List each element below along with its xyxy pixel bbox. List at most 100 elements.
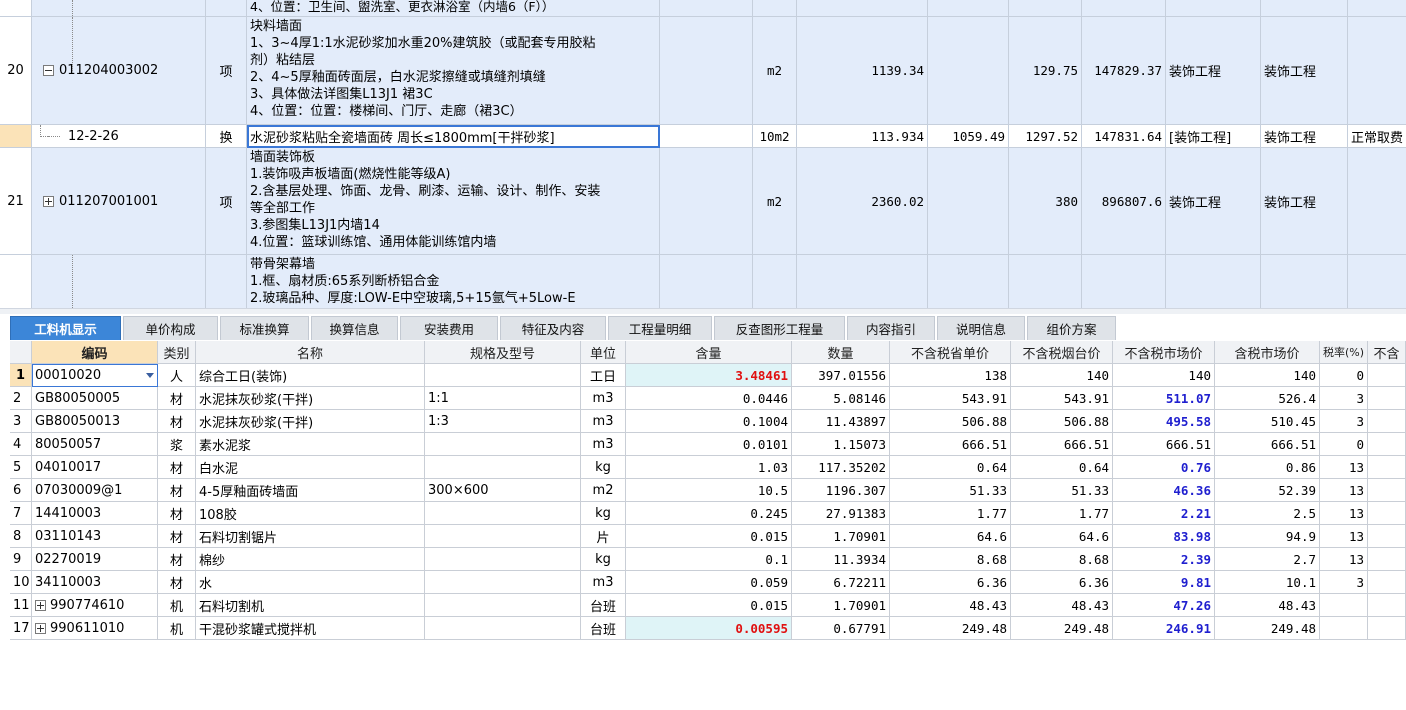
extra-cell[interactable] [1368, 387, 1406, 410]
unit-cell[interactable]: 工日 [581, 364, 626, 387]
name-cell[interactable]: 棉纱 [196, 548, 425, 571]
market-price-with-tax-cell[interactable]: 0.86 [1215, 456, 1320, 479]
name-cell[interactable]: 水 [196, 571, 425, 594]
bill-row-21[interactable]: 21 011207001001 项 墙面装饰板 1.装饰吸声板墙面(燃烧性能等级… [0, 148, 1406, 255]
bill-row-partial-bottom[interactable]: 带骨架幕墙 1.框、扇材质:65系列断桥铝合金 2.玻璃品种、厚度:LOW-E中… [0, 255, 1406, 308]
extra-cell[interactable] [1368, 364, 1406, 387]
yantai-price-cell[interactable]: 6.36 [1011, 571, 1113, 594]
category-cell[interactable]: 材 [158, 502, 196, 525]
market-price-cell[interactable]: 495.58 [1113, 410, 1215, 433]
dropdown-arrow-icon[interactable] [146, 372, 154, 378]
spec-cell[interactable] [425, 525, 581, 548]
provincial-price-cell[interactable]: 543.91 [890, 387, 1011, 410]
tab-graphic-quantity-lookup[interactable]: 反查图形工程量 [714, 316, 845, 340]
header-unit[interactable]: 单位 [581, 341, 626, 364]
resource-grid[interactable]: 编码 类别 名称 规格及型号 单位 含量 数量 不含税省单价 不含税烟台价 不含税市场价 含税市场价… [10, 341, 1406, 641]
yantai-price-cell[interactable]: 51.33 [1011, 479, 1113, 502]
market-price-with-tax-cell[interactable]: 666.51 [1215, 433, 1320, 456]
yantai-price-cell[interactable]: 543.91 [1011, 387, 1113, 410]
name-cell[interactable]: 白水泥 [196, 456, 425, 479]
code-cell[interactable]: 12-2-26 [32, 125, 206, 148]
header-name[interactable]: 名称 [196, 341, 425, 364]
content-cell[interactable]: 0.1 [626, 548, 792, 571]
extra-cell[interactable] [1368, 525, 1406, 548]
name-cell[interactable]: 干混砂浆罐式搅拌机 [196, 617, 425, 640]
market-price-with-tax-cell[interactable]: 94.9 [1215, 525, 1320, 548]
content-cell[interactable]: 0.245 [626, 502, 792, 525]
tab-conversion-info[interactable]: 换算信息 [311, 316, 398, 340]
market-price-with-tax-cell[interactable]: 249.48 [1215, 617, 1320, 640]
quantity-cell[interactable]: 1196.307 [792, 479, 890, 502]
content-cell[interactable]: 0.059 [626, 571, 792, 594]
resource-row[interactable]: 2 GB80050005 材水泥抹灰砂浆(干拌) 1:1 m3 0.0446 5.08146… [10, 387, 1406, 410]
name-cell[interactable]: 石料切割锯片 [196, 525, 425, 548]
quantity-cell[interactable]: 113.934 [797, 125, 928, 148]
code-cell[interactable]: GB80050013 [32, 410, 158, 433]
resource-row[interactable]: 8 03110143 材石料切割锯片片 0.015 1.70901 64.6 64.6 83.… [10, 525, 1406, 548]
extra-cell[interactable] [1368, 433, 1406, 456]
spec-cell[interactable] [425, 594, 581, 617]
content-cell[interactable]: 0.015 [626, 594, 792, 617]
category-cell[interactable]: 机 [158, 617, 196, 640]
resource-row[interactable]: 11 990774610 机石料切割机 台班 0.015 1.70901 48.43 48.4… [10, 594, 1406, 617]
tab-quantity-detail[interactable]: 工程量明细 [608, 316, 712, 340]
market-price-cell[interactable]: 2.39 [1113, 548, 1215, 571]
tab-standard-conversion[interactable]: 标准换算 [220, 316, 309, 340]
tab-features-content[interactable]: 特征及内容 [500, 316, 606, 340]
category-cell[interactable]: 材 [158, 525, 196, 548]
major2-cell[interactable]: 装饰工程 [1261, 148, 1348, 255]
content-cell[interactable]: 0.0101 [626, 433, 792, 456]
unit-cell[interactable]: 台班 [581, 594, 626, 617]
unit-cell[interactable]: m3 [581, 387, 626, 410]
code-cell[interactable]: 00010020 [32, 364, 158, 387]
code-cell[interactable]: 990774610 [32, 594, 158, 617]
bill-subrow-12-2-26[interactable]: 12-2-26 换 水泥砂浆粘贴全瓷墙面砖 周长≤1800mm[干拌砂浆] 10… [0, 125, 1406, 148]
quantity-cell[interactable]: 6.72211 [792, 571, 890, 594]
unit-cell[interactable]: kg [581, 548, 626, 571]
unit-cell[interactable]: 片 [581, 525, 626, 548]
resource-row[interactable]: 10 34110003 材水 m3 0.059 6.72211 6.36 6.36 9.81 10… [10, 571, 1406, 594]
expand-icon[interactable] [35, 622, 46, 634]
major-cell[interactable]: [装饰工程] [1166, 125, 1261, 148]
tax-rate-cell[interactable]: 3 [1320, 387, 1368, 410]
unit-cell[interactable]: 台班 [581, 617, 626, 640]
spec-cell[interactable]: 300×600 [425, 479, 581, 502]
content-cell[interactable]: 0.1004 [626, 410, 792, 433]
name-cell[interactable]: 综合工日(装饰) [196, 364, 425, 387]
quantity-cell[interactable]: 27.91383 [792, 502, 890, 525]
market-price-with-tax-cell[interactable]: 52.39 [1215, 479, 1320, 502]
market-price-with-tax-cell[interactable]: 2.5 [1215, 502, 1320, 525]
market-price-cell[interactable]: 83.98 [1113, 525, 1215, 548]
spec-cell[interactable] [425, 502, 581, 525]
yantai-price-cell[interactable]: 8.68 [1011, 548, 1113, 571]
name-cell[interactable]: 石料切割机 [196, 594, 425, 617]
quantity-cell[interactable]: 5.08146 [792, 387, 890, 410]
header-category[interactable]: 类别 [158, 341, 196, 364]
resource-row[interactable]: 3 GB80050013 材水泥抹灰砂浆(干拌) 1:3 m3 0.1004 11.4389… [10, 410, 1406, 433]
unit-cell[interactable]: m3 [581, 571, 626, 594]
fee-cell[interactable]: 正常取费 [1348, 125, 1406, 148]
extra-cell[interactable] [1368, 617, 1406, 640]
market-price-cell[interactable]: 511.07 [1113, 387, 1215, 410]
quantity-cell[interactable]: 1.70901 [792, 594, 890, 617]
category-cell[interactable]: 材 [158, 387, 196, 410]
tab-unit-price-composition[interactable]: 单价构成 [123, 316, 218, 340]
quantity-cell[interactable]: 1.15073 [792, 433, 890, 456]
header-market-price[interactable]: 不含税市场价 [1113, 341, 1215, 364]
collapse-icon[interactable] [43, 65, 54, 76]
market-price-cell[interactable]: 0.76 [1113, 456, 1215, 479]
yantai-price-cell[interactable]: 1.77 [1011, 502, 1113, 525]
bill-row-partial[interactable]: 4、位置：卫生间、盥洗室、更衣淋浴室（内墙6（F）） [0, 0, 1406, 17]
tax-rate-cell[interactable]: 3 [1320, 410, 1368, 433]
category-cell[interactable]: 浆 [158, 433, 196, 456]
description-cell[interactable]: 墙面装饰板 1.装饰吸声板墙面(燃烧性能等级A) 2.含基层处理、饰面、龙骨、刷… [247, 148, 660, 255]
market-price-with-tax-cell[interactable]: 48.43 [1215, 594, 1320, 617]
code-cell[interactable]: 34110003 [32, 571, 158, 594]
provincial-price-cell[interactable]: 64.6 [890, 525, 1011, 548]
major-cell[interactable]: 装饰工程 [1166, 148, 1261, 255]
tax-rate-cell[interactable] [1320, 617, 1368, 640]
tab-installation-fee[interactable]: 安装费用 [400, 316, 498, 340]
market-price-cell[interactable]: 246.91 [1113, 617, 1215, 640]
provincial-price-cell[interactable]: 8.68 [890, 548, 1011, 571]
code-cell[interactable]: 80050057 [32, 433, 158, 456]
